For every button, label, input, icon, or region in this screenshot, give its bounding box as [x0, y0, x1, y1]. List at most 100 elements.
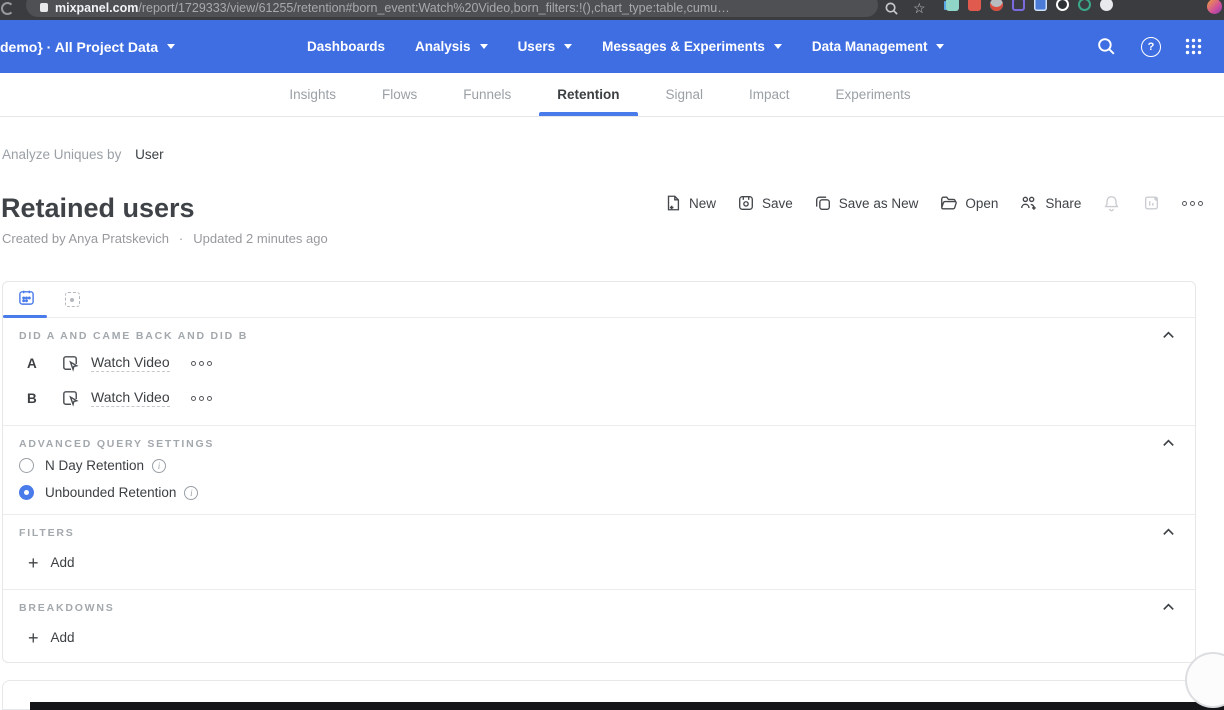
- bookmark-star-icon[interactable]: ☆: [913, 0, 926, 17]
- nav-item-users[interactable]: Users: [518, 39, 573, 54]
- query-mode-tabs: [3, 282, 1195, 318]
- collapse-chevron-icon[interactable]: [1161, 600, 1176, 620]
- chevron-down-icon: [774, 44, 782, 49]
- chevron-down-icon: [936, 44, 944, 49]
- radio-unselected[interactable]: [19, 458, 34, 473]
- filters-section: FILTERS + Add: [3, 515, 1195, 590]
- new-button[interactable]: New: [664, 194, 716, 212]
- plus-icon: +: [28, 631, 39, 645]
- nav-item-dashboards[interactable]: Dashboards: [307, 39, 385, 54]
- analyze-uniques-row: Analyze Uniques by User: [2, 147, 164, 162]
- search-icon[interactable]: [884, 1, 899, 21]
- plus-icon: +: [28, 556, 39, 570]
- updated-text: Updated 2 minutes ago: [193, 231, 327, 246]
- chevron-down-icon: [480, 44, 488, 49]
- share-users-icon: [1019, 194, 1038, 212]
- more-options-button[interactable]: [1182, 201, 1203, 206]
- collapse-chevron-icon[interactable]: [1161, 328, 1176, 348]
- tab-flows[interactable]: Flows: [378, 73, 421, 116]
- add-to-dashboard-button[interactable]: [1142, 194, 1161, 212]
- share-button[interactable]: Share: [1019, 194, 1081, 212]
- url-domain: mixpanel.com: [55, 1, 138, 15]
- alert-bell-button[interactable]: [1102, 194, 1121, 212]
- url-path: /report/1729333/view/61255/retention#bor…: [138, 1, 729, 15]
- event-selector[interactable]: Watch Video: [60, 353, 170, 374]
- event-options-button[interactable]: [191, 396, 212, 401]
- folder-icon: [939, 194, 958, 212]
- help-icon[interactable]: ?: [1141, 37, 1161, 57]
- event-click-icon: [60, 353, 81, 374]
- add-filter-button[interactable]: + Add: [19, 555, 1179, 570]
- browser-bar: mixpanel.com/report/1729333/view/61255/r…: [0, 0, 1224, 20]
- nav-right-icons: ?: [1096, 20, 1202, 73]
- main-nav: demo} · All Project Data Dashboards Anal…: [0, 20, 1224, 73]
- extension-icon[interactable]: [1012, 0, 1025, 11]
- page-title: Retained users: [1, 193, 195, 224]
- extensions-row: [946, 0, 1113, 20]
- event-selector[interactable]: Watch Video: [60, 388, 170, 409]
- add-breakdown-button[interactable]: + Add: [19, 630, 1179, 645]
- advanced-section-header: ADVANCED QUERY SETTINGS: [19, 438, 1179, 450]
- browser-profile-avatar[interactable]: [1207, 0, 1222, 14]
- project-selector-label: demo} · All Project Data: [0, 39, 158, 55]
- open-button[interactable]: Open: [939, 194, 998, 212]
- event-name: Watch Video: [91, 354, 170, 372]
- tab-signal[interactable]: Signal: [662, 73, 708, 116]
- reload-icon[interactable]: [1, 2, 14, 15]
- tab-retention-builder[interactable]: [3, 282, 49, 317]
- extension-icon[interactable]: [968, 0, 981, 11]
- tab-experiments[interactable]: Experiments: [832, 73, 915, 116]
- bell-icon: [1102, 194, 1121, 212]
- info-icon[interactable]: i: [152, 459, 166, 473]
- tab-insights[interactable]: Insights: [285, 73, 340, 116]
- event-name: Watch Video: [91, 389, 170, 407]
- behavior-section-header: DID A AND CAME BACK AND DID B: [19, 330, 1179, 342]
- project-selector[interactable]: demo} · All Project Data: [0, 20, 175, 73]
- new-report-icon: [664, 194, 682, 212]
- event-options-button[interactable]: [191, 361, 212, 366]
- save-icon: [737, 194, 755, 212]
- nav-item-data-management[interactable]: Data Management: [812, 39, 945, 54]
- chevron-down-icon: [564, 44, 572, 49]
- copy-icon: [814, 194, 832, 212]
- search-icon[interactable]: [1096, 36, 1117, 57]
- step-letter: A: [27, 356, 39, 371]
- tab-retention[interactable]: Retention: [553, 73, 623, 116]
- extension-icon[interactable]: [946, 0, 959, 11]
- breakdowns-section: BREAKDOWNS + Add: [3, 590, 1195, 664]
- report-meta: Created by Anya Pratskevich · Updated 2 …: [2, 231, 328, 246]
- custom-behavior-icon: [65, 292, 80, 307]
- apps-grid-icon[interactable]: [1185, 38, 1202, 55]
- unbounded-retention-option[interactable]: Unbounded Retention i: [19, 481, 1179, 504]
- advanced-settings-section: ADVANCED QUERY SETTINGS N Day Retention …: [3, 426, 1195, 515]
- tab-funnels[interactable]: Funnels: [459, 73, 515, 116]
- address-bar[interactable]: mixpanel.com/report/1729333/view/61255/r…: [26, 0, 878, 17]
- tab-impact[interactable]: Impact: [745, 73, 794, 116]
- chevron-down-icon: [167, 44, 175, 49]
- analyze-label: Analyze Uniques by: [2, 147, 121, 162]
- collapse-chevron-icon[interactable]: [1161, 525, 1176, 545]
- extension-icon[interactable]: [1056, 0, 1069, 11]
- extension-icon[interactable]: [1078, 0, 1091, 11]
- step-letter: B: [27, 391, 39, 406]
- extension-icon[interactable]: [1100, 0, 1113, 11]
- nav-item-messages-experiments[interactable]: Messages & Experiments: [602, 39, 782, 54]
- cutoff-table-strip: [30, 702, 1224, 710]
- collapse-chevron-icon[interactable]: [1161, 436, 1176, 456]
- save-as-new-button[interactable]: Save as New: [814, 194, 919, 212]
- nav-item-analysis[interactable]: Analysis: [415, 39, 488, 54]
- radio-selected[interactable]: [19, 485, 34, 500]
- meta-dot: ·: [179, 231, 183, 246]
- lock-icon: [40, 3, 48, 12]
- extension-icon[interactable]: [990, 0, 1003, 11]
- n-day-retention-option[interactable]: N Day Retention i: [19, 454, 1179, 477]
- report-type-tabs: Insights Flows Funnels Retention Signal …: [0, 73, 1224, 117]
- analyze-value-selector[interactable]: User: [135, 147, 164, 162]
- add-to-dashboard-icon: [1142, 194, 1161, 212]
- nav-items: Dashboards Analysis Users Messages & Exp…: [307, 20, 944, 73]
- save-button[interactable]: Save: [737, 194, 793, 212]
- extension-icon[interactable]: [1034, 0, 1047, 11]
- info-icon[interactable]: i: [184, 486, 198, 500]
- breakdowns-section-header: BREAKDOWNS: [19, 602, 1179, 614]
- tab-custom-behavior[interactable]: [49, 282, 95, 317]
